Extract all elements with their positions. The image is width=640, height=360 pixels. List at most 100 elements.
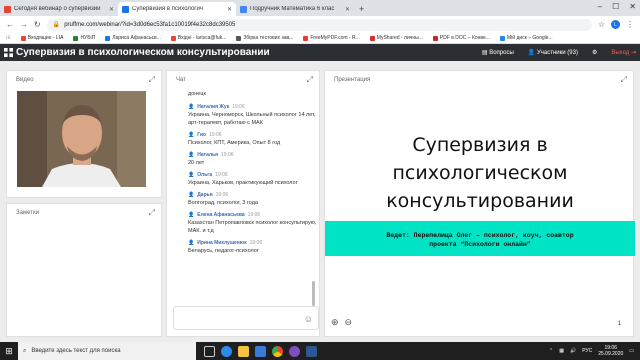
settings-icon[interactable]: ⚙ — [592, 49, 597, 56]
slide-title: Супервизия в психологическом консультиро… — [325, 131, 635, 215]
bookmark-item[interactable]: Лариса Афанасьєв... — [105, 35, 161, 41]
bookmark-item[interactable]: MyShared - личны... — [369, 35, 423, 41]
chat-time: 19:06 — [249, 240, 263, 246]
logo-icon — [4, 48, 13, 57]
expand-icon[interactable]: ⤢ — [149, 208, 155, 218]
bookmark-item[interactable]: Вхідні - larisca@fuk... — [170, 35, 226, 41]
chat-time: 19:06 — [247, 212, 261, 218]
bookmark-item[interactable]: Мій диск – Google... — [499, 35, 553, 41]
bookmark-icon — [73, 35, 79, 41]
tab-title: Подручник Математика 6 клас — [250, 6, 335, 12]
volume-icon[interactable]: 🔊 — [570, 348, 576, 354]
emoji-icon[interactable]: ☺ — [304, 314, 313, 324]
reload-icon[interactable]: ↻ — [34, 20, 41, 29]
chat-message-header: 👤 Гио 19:06 — [188, 132, 318, 138]
participants-button[interactable]: 👤 Участники (93) — [528, 49, 578, 56]
chat-author: Наталия Жук — [197, 104, 230, 110]
bookmark-label: PDF в DOC – Конве... — [439, 35, 490, 41]
edge-icon[interactable] — [221, 345, 232, 357]
browser-tab-strip: Сегодня вебинар о супервизии ✕ Супервизи… — [0, 0, 640, 16]
browser-tab-active[interactable]: Супервизия в психологич ✕ — [118, 2, 236, 16]
notes-panel: Заметки ⤢ — [6, 203, 162, 337]
chat-message-text: Казахстан Петропавловск психолог консуль… — [188, 220, 317, 234]
notes-panel-label: Заметки — [16, 210, 39, 216]
site-icon — [122, 5, 129, 13]
chat-scrollbar[interactable] — [312, 281, 315, 306]
clock[interactable]: 19:06 25.09.2020 — [598, 345, 623, 357]
lock-icon: 🔒 — [52, 22, 61, 28]
user-icon: 👤 — [188, 132, 195, 138]
forward-icon[interactable]: → — [20, 20, 28, 29]
bookmark-item[interactable]: НУБіП — [73, 35, 95, 41]
task-view-icon[interactable] — [204, 345, 215, 357]
back-icon[interactable]: ← — [6, 20, 14, 29]
gmail-icon — [4, 5, 11, 13]
chat-author: Елена Афанасьева — [197, 212, 245, 218]
expand-icon[interactable]: ⤢ — [307, 75, 313, 85]
close-icon[interactable]: ✕ — [227, 6, 232, 13]
bookmark-label: Збірка тестових зав... — [243, 35, 294, 41]
bookmark-label: Входящие - LIA — [27, 35, 64, 41]
word-icon[interactable] — [306, 345, 317, 357]
zoom-in-icon[interactable]: ⊕ — [331, 317, 339, 328]
chat-message: 👤 Ольга 19:06 Украина, Харьков, практикующи… — [188, 172, 318, 187]
tray-chevron-icon[interactable]: ⌃ — [549, 348, 553, 354]
taskbar-search[interactable]: ⌕ Введите здесь текст для поиска — [18, 342, 196, 360]
chat-message: 👤 Наталия Жук 19:06 Украина, Черноморск, Шк… — [188, 104, 318, 127]
close-window-icon[interactable]: ✕ — [629, 2, 636, 11]
user-icon: 👤 — [188, 172, 195, 178]
bookmark-item[interactable]: PDF в DOC – Конве... — [432, 35, 490, 41]
browser-tab[interactable]: Подручник Математика 6 клас ✕ — [236, 2, 354, 16]
site-icon — [240, 5, 247, 13]
maximize-icon[interactable]: ☐ — [612, 2, 619, 11]
close-icon[interactable]: ✕ — [345, 6, 350, 13]
url-field[interactable]: 🔒 pruffme.com/webinar/?id=3d0d6ec53fa1c1… — [46, 18, 592, 31]
taskbar-search-placeholder: Введите здесь текст для поиска — [31, 348, 121, 354]
profile-avatar[interactable]: L — [611, 20, 620, 29]
bookmark-icon — [303, 35, 309, 41]
chat-message-header: 👤 Елена Афанасьева 19:06 — [188, 212, 318, 218]
chat-message-header: 👤 Ольга 19:06 — [188, 172, 318, 178]
search-icon: ⌕ — [23, 347, 27, 354]
tab-title: Супервизия в психологич — [132, 6, 203, 12]
network-icon[interactable]: ▦ — [559, 348, 564, 354]
bookmark-item[interactable]: Входящие - LIA — [20, 35, 64, 41]
expand-icon[interactable]: ⤢ — [621, 75, 627, 85]
bookmark-item[interactable]: Збірка тестових зав... — [236, 35, 293, 41]
expand-icon[interactable]: ⤢ — [149, 75, 155, 85]
webinar-title: Супервизия в психологическом консультиро… — [16, 47, 270, 58]
minimize-icon[interactable]: – — [598, 2, 602, 11]
browser-tab[interactable]: Сегодня вебинар о супервизии ✕ — [0, 2, 118, 16]
star-icon[interactable]: ☆ — [598, 20, 605, 29]
bookmark-icon — [369, 35, 375, 41]
questions-label: Вопросы — [489, 50, 514, 56]
chrome-icon[interactable] — [272, 345, 283, 357]
viber-icon[interactable] — [289, 345, 300, 357]
new-tab-icon[interactable]: + — [354, 2, 369, 16]
speaker-video — [17, 91, 146, 187]
chat-messages: донецк 👤 Наталия Жук 19:06 Украина, Черномо… — [188, 89, 318, 303]
windows-start-icon[interactable]: ⊞ — [0, 346, 18, 357]
questions-button[interactable]: ▤ Вопросы — [482, 49, 514, 56]
bookmark-label: FreeMyPDF.com - R... — [310, 35, 360, 41]
exit-button[interactable]: Выход ⇥ — [611, 49, 636, 56]
close-icon[interactable]: ✕ — [109, 6, 114, 13]
chat-message-header: 👤 Наталия Жук 19:06 — [188, 104, 318, 110]
chat-input[interactable]: ☺ — [173, 306, 319, 330]
address-bar: ← → ↻ 🔒 pruffme.com/webinar/?id=3d0d6ec5… — [0, 16, 640, 33]
chat-author: Гио — [197, 132, 207, 138]
bookmark-label: Лариса Афанасьєв... — [112, 35, 161, 41]
explorer-icon[interactable] — [238, 345, 249, 357]
user-icon: 👤 — [188, 240, 195, 246]
chat-message: 👤 Дарья 19:06 Волгоград, психолог, 3 года — [188, 192, 318, 207]
bookmark-item[interactable]: FreeMyPDF.com - R... — [303, 35, 360, 41]
chat-message-list: 👤 Наталия Жук 19:06 Украина, Черноморск, Шк… — [188, 104, 318, 255]
menu-icon[interactable]: ⋮ — [626, 20, 634, 29]
bookmark-label: НУБіП — [80, 35, 96, 41]
notifications-icon[interactable]: ▭ — [629, 348, 634, 354]
zoom-out-icon[interactable]: ⊖ — [345, 317, 353, 328]
user-icon: 👤 — [188, 192, 195, 198]
store-icon[interactable] — [255, 345, 266, 357]
language-indicator[interactable]: РУС — [582, 348, 592, 354]
apps-icon[interactable]: ⁝⁝⁝ — [6, 35, 11, 41]
